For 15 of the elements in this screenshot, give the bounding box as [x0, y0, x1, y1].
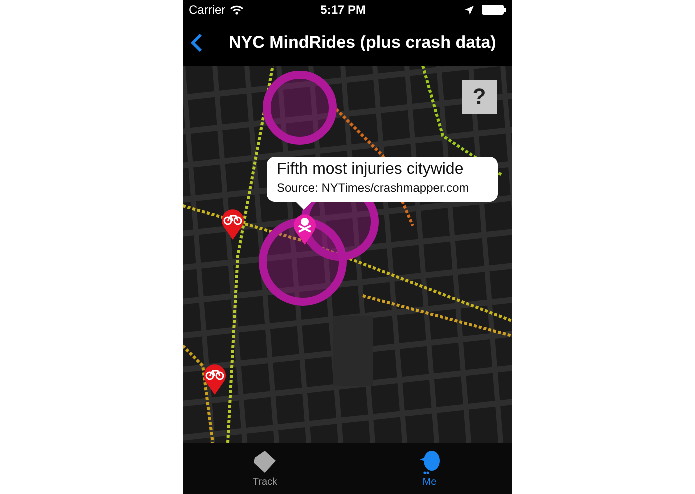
status-time: 5:17 PM [320, 3, 368, 17]
tab-bar-item[interactable]: Track [183, 443, 348, 494]
callout-title: Fifth most injuries citywide [277, 161, 465, 179]
skull-pin-icon[interactable] [293, 213, 317, 245]
callout-source: Source: NYTimes/crashmapper.com [277, 181, 470, 195]
bicycle-pin-icon[interactable] [221, 208, 245, 240]
map-fold-icon [252, 449, 278, 475]
battery-icon [482, 5, 506, 15]
location-arrow-icon [465, 6, 474, 14]
carrier-name: Carrier [189, 3, 226, 17]
screen-title: NYC MindRides (plus crash data) [229, 33, 496, 53]
help-button[interactable]: ? [462, 80, 497, 114]
bicycle-pin-icon[interactable] [203, 363, 227, 395]
wifi-icon [230, 5, 244, 15]
tab-bar-item[interactable]: Me [348, 443, 512, 494]
